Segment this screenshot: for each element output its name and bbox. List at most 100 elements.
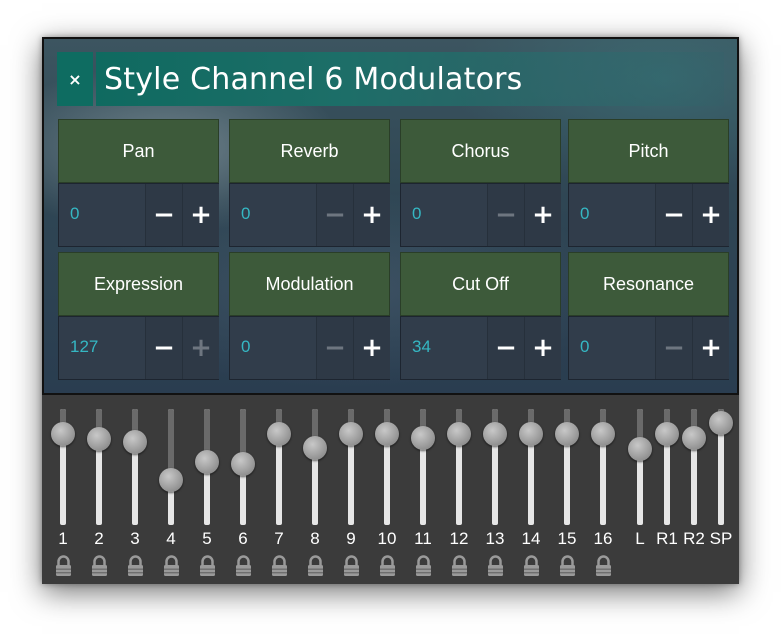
channel-strip-7: 7: [261, 395, 297, 584]
modulator-label: Reverb: [229, 119, 390, 183]
modulator-value-row: 34 − +: [400, 316, 561, 380]
lock-icon[interactable]: [127, 555, 144, 577]
lock-icon[interactable]: [487, 555, 504, 577]
volume-slider-knob[interactable]: [51, 421, 75, 446]
modulator-label: Chorus: [400, 119, 561, 183]
volume-slider-knob[interactable]: [231, 452, 255, 477]
channel-strip-13: 13: [477, 395, 513, 584]
modulator-value[interactable]: 0: [580, 337, 589, 357]
increment-button[interactable]: +: [692, 184, 729, 246]
modulator-value[interactable]: 0: [70, 204, 79, 224]
volume-slider-knob[interactable]: [267, 421, 291, 446]
increment-button[interactable]: +: [182, 317, 219, 379]
modulator-pitch: Pitch 0 − +: [568, 119, 729, 247]
title-bar: Style Channel 6 Modulators: [96, 52, 724, 106]
modulator-label: Cut Off: [400, 252, 561, 316]
increment-button[interactable]: +: [524, 184, 561, 246]
increment-button[interactable]: +: [524, 317, 561, 379]
volume-slider-knob[interactable]: [123, 430, 147, 455]
decrement-button[interactable]: −: [655, 184, 692, 246]
lock-icon[interactable]: [163, 555, 180, 577]
volume-slider-knob[interactable]: [375, 421, 399, 446]
lock-icon[interactable]: [199, 555, 216, 577]
decrement-button[interactable]: −: [316, 317, 353, 379]
channel-strip-sp: SP: [703, 395, 739, 584]
decrement-button[interactable]: −: [316, 184, 353, 246]
close-button[interactable]: ×: [57, 52, 93, 106]
lock-icon[interactable]: [91, 555, 108, 577]
close-icon: ×: [68, 69, 82, 89]
decrement-button[interactable]: −: [487, 184, 524, 246]
mixer: 1 2 3 4 5 6 7 8 9 10 11 12 13 14 15 16 L R1 R2 SP: [42, 395, 739, 584]
lock-icon[interactable]: [379, 555, 396, 577]
header: × Style Channel 6 Modulators: [57, 52, 724, 106]
modulator-value[interactable]: 0: [241, 204, 250, 224]
lock-icon[interactable]: [415, 555, 432, 577]
decrement-button[interactable]: −: [145, 184, 182, 246]
modulator-value-row: 127 − +: [58, 316, 219, 380]
lock-icon[interactable]: [55, 555, 72, 577]
channel-strip-2: 2: [81, 395, 117, 584]
channel-strip-1: 1: [45, 395, 81, 584]
increment-button[interactable]: +: [353, 317, 390, 379]
modulator-reverb: Reverb 0 − +: [229, 119, 390, 247]
modulator-pan: Pan 0 − +: [58, 119, 219, 247]
volume-slider-knob[interactable]: [591, 421, 615, 446]
increment-button[interactable]: +: [182, 184, 219, 246]
channel-strip-10: 10: [369, 395, 405, 584]
modulator-value-row: 0 − +: [568, 316, 729, 380]
volume-slider-knob[interactable]: [555, 421, 579, 446]
modulator-cut-off: Cut Off 34 − +: [400, 252, 561, 380]
modulators-panel: × Style Channel 6 Modulators Pan 0− + Rever…: [42, 37, 739, 395]
lock-icon[interactable]: [343, 555, 360, 577]
modulator-value-row: 0 − +: [229, 316, 390, 380]
channel-strip-9: 9: [333, 395, 369, 584]
modulator-value-row: 0 − +: [58, 183, 219, 247]
modulators-window: × Style Channel 6 Modulators Pan 0− + Rever…: [42, 37, 739, 584]
lock-icon[interactable]: [307, 555, 324, 577]
volume-slider-knob[interactable]: [195, 450, 219, 475]
modulator-value[interactable]: 0: [580, 204, 589, 224]
channel-strip-4: 4: [153, 395, 189, 584]
modulator-expression: Expression 127 − +: [58, 252, 219, 380]
lock-icon[interactable]: [559, 555, 576, 577]
channel-strip-3: 3: [117, 395, 153, 584]
decrement-button[interactable]: −: [655, 317, 692, 379]
volume-slider-knob[interactable]: [447, 421, 471, 446]
volume-slider-knob[interactable]: [411, 425, 435, 450]
lock-icon[interactable]: [271, 555, 288, 577]
lock-icon[interactable]: [595, 555, 612, 577]
decrement-button[interactable]: −: [487, 317, 524, 379]
channel-strip-6: 6: [225, 395, 261, 584]
modulator-value[interactable]: 34: [412, 337, 431, 357]
modulator-value[interactable]: 0: [412, 204, 421, 224]
volume-slider-knob[interactable]: [339, 421, 363, 446]
modulator-modulation: Modulation 0 − +: [229, 252, 390, 380]
volume-slider-knob[interactable]: [709, 410, 733, 435]
modulator-chorus: Chorus 0 − +: [400, 119, 561, 247]
increment-button[interactable]: +: [353, 184, 390, 246]
lock-icon[interactable]: [523, 555, 540, 577]
modulator-value[interactable]: 127: [70, 337, 98, 357]
modulator-label: Resonance: [568, 252, 729, 316]
volume-slider-knob[interactable]: [303, 435, 327, 460]
modulator-label: Pan: [58, 119, 219, 183]
lock-icon[interactable]: [451, 555, 468, 577]
modulator-value[interactable]: 0: [241, 337, 250, 357]
increment-button[interactable]: +: [692, 317, 729, 379]
volume-slider-knob[interactable]: [87, 427, 111, 452]
modulator-label: Pitch: [568, 119, 729, 183]
lock-icon[interactable]: [235, 555, 252, 577]
channel-strip-11: 11: [405, 395, 441, 584]
decrement-button[interactable]: −: [145, 317, 182, 379]
modulator-label: Expression: [58, 252, 219, 316]
modulator-label: Modulation: [229, 252, 390, 316]
volume-slider-knob[interactable]: [483, 421, 507, 446]
volume-slider-knob[interactable]: [159, 467, 183, 492]
volume-slider-knob[interactable]: [519, 421, 543, 446]
modulator-resonance: Resonance 0 − +: [568, 252, 729, 380]
channel-strip-12: 12: [441, 395, 477, 584]
channel-strip-5: 5: [189, 395, 225, 584]
channel-label: SP: [709, 529, 733, 548]
channel-strip-8: 8: [297, 395, 333, 584]
